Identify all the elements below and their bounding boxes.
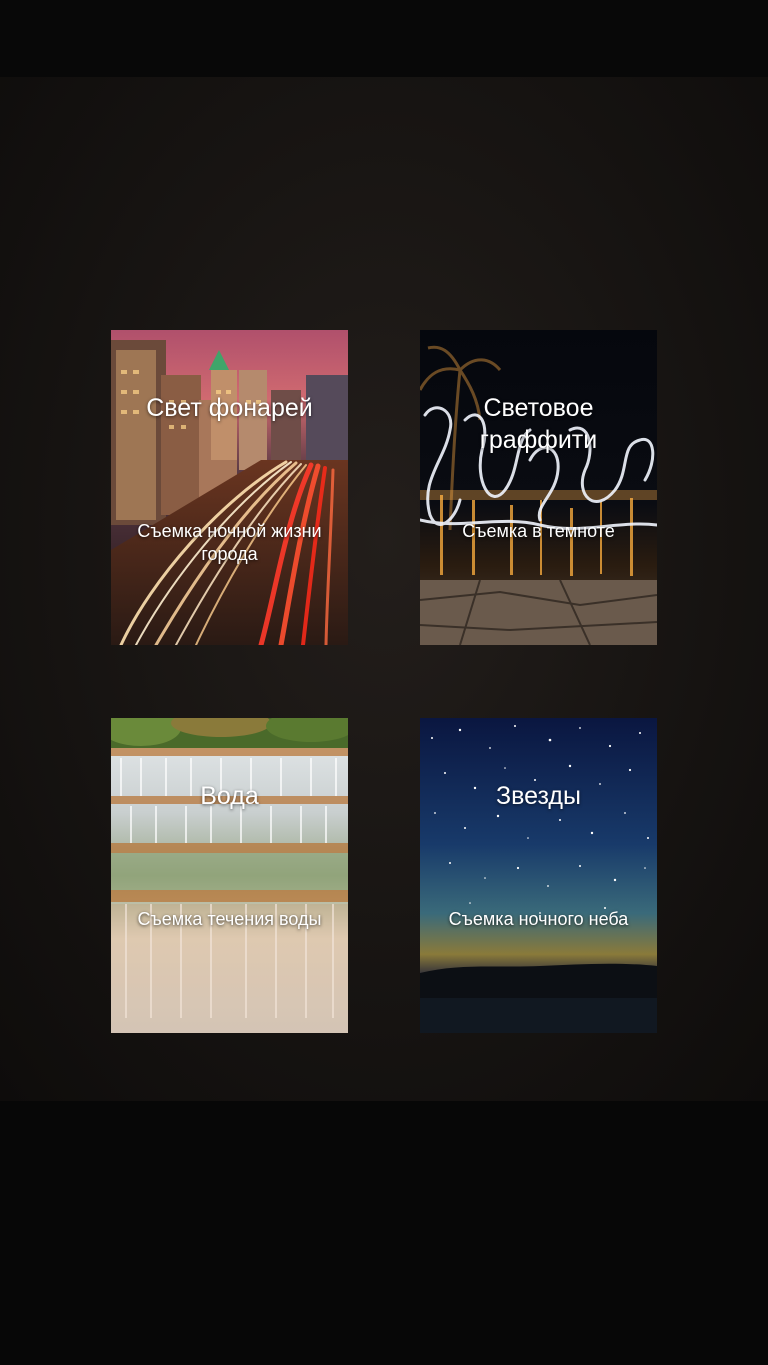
waterfall-image [111,718,348,1033]
mode-subtitle: Съемка ночного неба [448,909,629,929]
city-night-image [111,330,348,645]
mode-card-stars[interactable]: Звезды Съемка ночного неба [420,718,657,1033]
mode-title: Свет фонарей [146,394,313,422]
mode-card-city-lights[interactable]: Свет фонарей Съемка ночной жизни города [111,330,348,645]
mode-title: Звезды [496,782,581,810]
mode-card-water[interactable]: Вода Съемка течения воды [111,718,348,1033]
mode-subtitle: Съемка в темноте [462,521,615,541]
mode-title: Вода [200,782,259,810]
mode-selection-area: Свет фонарей Съемка ночной жизни города [0,77,768,1101]
mode-subtitle: Съемка течения воды [137,909,322,929]
mode-subtitle: Съемка ночной жизни города [137,521,322,564]
light-graffiti-image [420,330,657,645]
bottom-area [0,1101,768,1365]
mode-title: Световое граффити [479,394,598,454]
status-bar [0,0,768,77]
starry-sky-image [420,718,657,1033]
mode-card-light-graffiti[interactable]: Световое граффити Съемка в темноте [420,330,657,645]
